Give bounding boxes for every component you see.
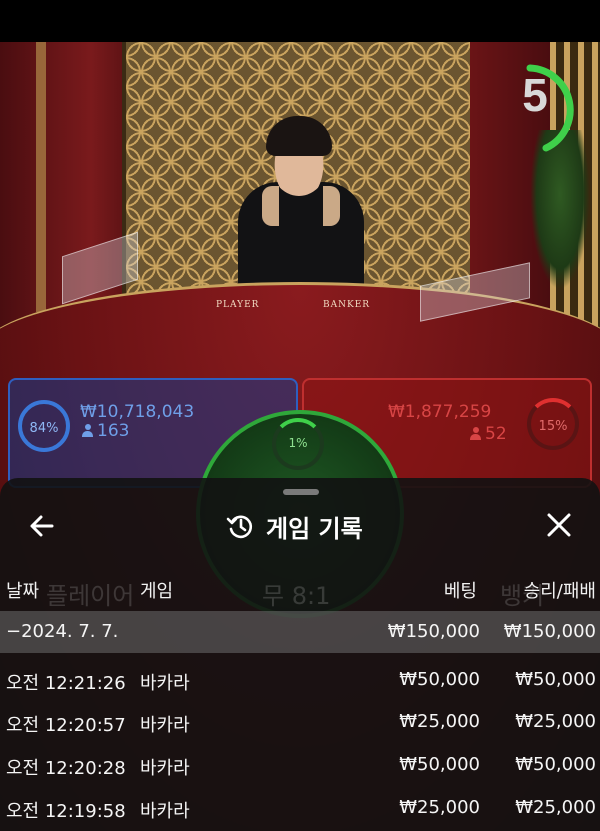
row-time: 오전 12:21:26 <box>6 673 126 694</box>
row-time: 오전 12:20:57 <box>6 715 126 736</box>
pillar <box>36 42 46 312</box>
plant <box>530 130 590 290</box>
column-header-bet: 베팅 <box>443 581 477 602</box>
banker-percent: 15% <box>538 419 568 434</box>
banker-percent-ring: 15% <box>527 398 579 450</box>
ghost-player-label: 플레이어 <box>46 582 135 610</box>
row-time: 오전 12:19:58 <box>6 801 126 822</box>
row-game: 바카라 <box>140 673 190 694</box>
player-count-value: 163 <box>97 421 130 441</box>
row-bet: ₩50,000 <box>399 754 480 775</box>
person-icon <box>470 427 481 440</box>
row-game: 바카라 <box>140 715 190 736</box>
row-result: ₩50,000 <box>515 754 596 775</box>
column-header-date: 날짜 <box>6 581 40 602</box>
column-header-result: 승리/패배 <box>523 581 596 602</box>
ghost-tie-label: 무 8:1 <box>262 582 331 610</box>
sheet-header: 게임 기록 <box>226 508 363 544</box>
date-group-label: −2024. 7. 7. <box>6 621 119 642</box>
back-button[interactable] <box>22 508 62 544</box>
banker-bettor-count: 52 <box>470 424 507 444</box>
row-game: 바카라 <box>140 758 190 779</box>
status-bar <box>0 0 600 42</box>
player-total-amount: ₩10,718,043 <box>80 402 195 422</box>
sheet-title: 게임 기록 <box>266 514 363 543</box>
row-bet: ₩25,000 <box>399 797 480 818</box>
banker-count-value: 52 <box>485 424 507 444</box>
row-result: ₩25,000 <box>515 711 596 732</box>
column-header-game: 게임 <box>140 581 174 602</box>
row-time: 오전 12:20:28 <box>6 758 126 779</box>
countdown-value: 5 <box>522 69 548 121</box>
player-bettor-count: 163 <box>82 421 129 441</box>
countdown-timer: 5 <box>500 62 580 152</box>
table-label-banker: BANKER <box>323 300 371 310</box>
row-bet: ₩25,000 <box>399 711 480 732</box>
close-icon <box>547 513 571 537</box>
row-game: 바카라 <box>140 801 190 822</box>
player-percent-ring: 84% <box>18 400 70 452</box>
row-bet: ₩50,000 <box>399 669 480 690</box>
table-label-player: PLAYER <box>216 300 260 310</box>
row-result: ₩25,000 <box>515 797 596 818</box>
tie-percent-ring: 1% <box>272 418 324 470</box>
player-percent: 84% <box>29 421 59 436</box>
sheet-drag-handle[interactable] <box>283 489 319 495</box>
date-group-bet: ₩150,000 <box>387 621 480 642</box>
close-button[interactable] <box>540 508 578 544</box>
row-result: ₩50,000 <box>515 669 596 690</box>
arrow-left-icon <box>30 515 54 537</box>
person-icon <box>82 424 93 437</box>
tie-percent: 1% <box>288 436 308 450</box>
banker-total-amount: ₩1,877,259 <box>388 402 492 422</box>
history-icon <box>226 515 252 539</box>
date-group-result: ₩150,000 <box>503 621 596 642</box>
